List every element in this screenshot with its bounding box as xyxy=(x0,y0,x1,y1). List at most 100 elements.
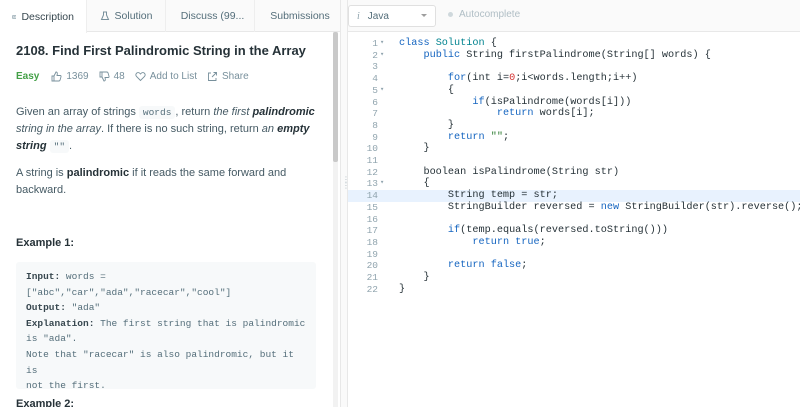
add-to-list-button[interactable]: Add to List xyxy=(135,71,197,82)
desc-italic: an xyxy=(261,123,278,135)
desc-bold: palindromic xyxy=(66,167,130,179)
code-line[interactable]: 18 return true; xyxy=(348,237,800,249)
code-line[interactable]: 6 if(isPalindrome(words[i])) xyxy=(348,97,800,109)
problem-meta: Easy 1369 48 Add to List Share xyxy=(16,69,259,83)
example-2-title: Example 2: xyxy=(16,398,75,407)
code-line[interactable]: 10 } xyxy=(348,143,800,155)
code-token: } xyxy=(399,119,455,131)
code-text: } xyxy=(399,120,454,131)
code-line[interactable]: 12 boolean isPalindrome(String str) xyxy=(348,167,800,179)
code-text: StringBuilder reversed = new StringBuild… xyxy=(399,202,800,213)
autocomplete-label: Autocomplete xyxy=(459,9,521,20)
code-token: String temp = str; xyxy=(399,190,558,202)
code-token: for xyxy=(447,73,467,85)
problem-description: Given an array of strings words, return … xyxy=(16,104,316,155)
fold-chevron-icon[interactable]: ▾ xyxy=(380,85,388,94)
share-button[interactable]: Share xyxy=(207,71,249,82)
problem-content: 2108. Find First Palindromic String in t… xyxy=(0,32,333,407)
language-label: Java xyxy=(367,10,389,22)
line-number: 5 xyxy=(372,84,378,96)
code-line[interactable]: 3 xyxy=(348,61,800,73)
code-token: if xyxy=(472,96,485,108)
code-token: { xyxy=(399,178,430,190)
leetcode-app: Description Solution Discuss (99... Subm… xyxy=(0,0,800,407)
code-line[interactable]: 11 xyxy=(348,155,800,167)
chevron-down-icon xyxy=(421,14,427,17)
code-line[interactable]: 8 } xyxy=(348,120,800,132)
description-icon xyxy=(12,14,17,19)
example-explanation-label: Explanation: xyxy=(26,317,95,329)
toggle-dot-icon xyxy=(448,12,453,17)
tab-submissions-label: Submissions xyxy=(270,10,330,22)
code-line[interactable]: 4 for(int i=0;i<words.length;i++) xyxy=(348,73,800,85)
code-text: for(int i=0;i<words.length;i++) xyxy=(399,73,638,85)
code-token: } xyxy=(399,283,406,295)
desc-text: , return xyxy=(175,106,214,118)
desc-italic: string in the array xyxy=(16,123,101,135)
code-token: return xyxy=(447,131,491,143)
language-select[interactable]: i Java xyxy=(348,5,436,27)
tab-solution[interactable]: Solution xyxy=(87,0,166,32)
tab-discuss[interactable]: Discuss (99... xyxy=(166,0,255,32)
dislike-button[interactable]: 48 xyxy=(99,71,125,82)
inline-code: "" xyxy=(49,140,70,153)
code-line[interactable]: 16 xyxy=(348,214,800,226)
fold-chevron-icon[interactable]: ▾ xyxy=(380,178,388,187)
code-line[interactable]: 9 return ""; xyxy=(348,132,800,144)
code-token: ; xyxy=(502,131,510,143)
code-token: return xyxy=(472,236,516,248)
difficulty-badge: Easy xyxy=(16,70,40,82)
fold-chevron-icon[interactable]: ▾ xyxy=(380,38,388,47)
code-token: return xyxy=(496,108,540,120)
code-line[interactable]: 2 ▾ public String firstPalindrome(String[… xyxy=(348,50,800,62)
like-button[interactable]: 1369 xyxy=(51,71,89,82)
line-number: 15 xyxy=(366,201,378,213)
problem-tabs: Description Solution Discuss (99... Subm… xyxy=(0,0,340,33)
line-number: 7 xyxy=(372,108,378,120)
code-line[interactable]: 19 xyxy=(348,249,800,261)
panel-resizer[interactable] xyxy=(340,0,348,407)
code-editor[interactable]: 1 ▾ class Solution {2 ▾ public String first… xyxy=(348,32,800,407)
code-text: } xyxy=(399,272,429,283)
scrollbar-thumb[interactable] xyxy=(333,32,338,162)
code-line[interactable]: 15 StringBuilder reversed = new StringBu… xyxy=(348,202,800,214)
code-text: { xyxy=(399,85,454,96)
line-number: 19 xyxy=(366,248,378,260)
example-explanation-text: Note that "racecar" is also palindromic,… xyxy=(26,348,294,376)
dislike-count: 48 xyxy=(113,70,125,82)
code-line[interactable]: 22} xyxy=(348,284,800,296)
grip-icon[interactable]: ⋮ ⋮ xyxy=(342,176,350,203)
code-line[interactable]: 1 ▾ class Solution { xyxy=(348,38,800,50)
code-line[interactable]: 7 return words[i]; xyxy=(348,108,800,120)
code-token: StringBuilder(str).reverse(); xyxy=(625,201,800,213)
code-text: class Solution { xyxy=(399,38,497,49)
line-number: 4 xyxy=(372,73,378,85)
desc-text: A string is xyxy=(16,167,67,179)
editor-toolbar: i Java Autocomplete xyxy=(348,0,800,32)
fold-chevron-icon[interactable]: ▾ xyxy=(380,50,388,59)
code-token: (int i= xyxy=(466,73,510,85)
code-token: new xyxy=(600,201,626,213)
code-line[interactable]: 14 String temp = str; xyxy=(348,190,800,202)
desc-bold-italic: palindromic xyxy=(252,106,315,118)
share-label: Share xyxy=(222,70,249,82)
example-1-box: Input: words = ["abc","car","ada","racec… xyxy=(16,262,316,391)
code-line[interactable]: 20 return false; xyxy=(348,260,800,272)
tab-description[interactable]: Description xyxy=(0,0,87,33)
example-input-value: ["abc","car","ada","racecar","cool"] xyxy=(26,286,232,298)
flask-icon xyxy=(100,11,109,20)
line-number: 22 xyxy=(366,283,378,295)
line-number: 9 xyxy=(372,131,378,143)
code-token: { xyxy=(399,84,455,96)
code-line[interactable]: 5 ▾ { xyxy=(348,85,800,97)
example-output-label: Output: xyxy=(26,302,66,314)
autocomplete-toggle[interactable]: Autocomplete xyxy=(448,9,520,20)
tab-submissions[interactable]: Submissions xyxy=(255,0,340,32)
code-line[interactable]: 21 } xyxy=(348,272,800,284)
code-line[interactable]: 17 if(temp.equals(reversed.toString())) xyxy=(348,225,800,237)
code-line[interactable]: 13 ▾ { xyxy=(348,178,800,190)
heart-icon xyxy=(135,71,146,81)
